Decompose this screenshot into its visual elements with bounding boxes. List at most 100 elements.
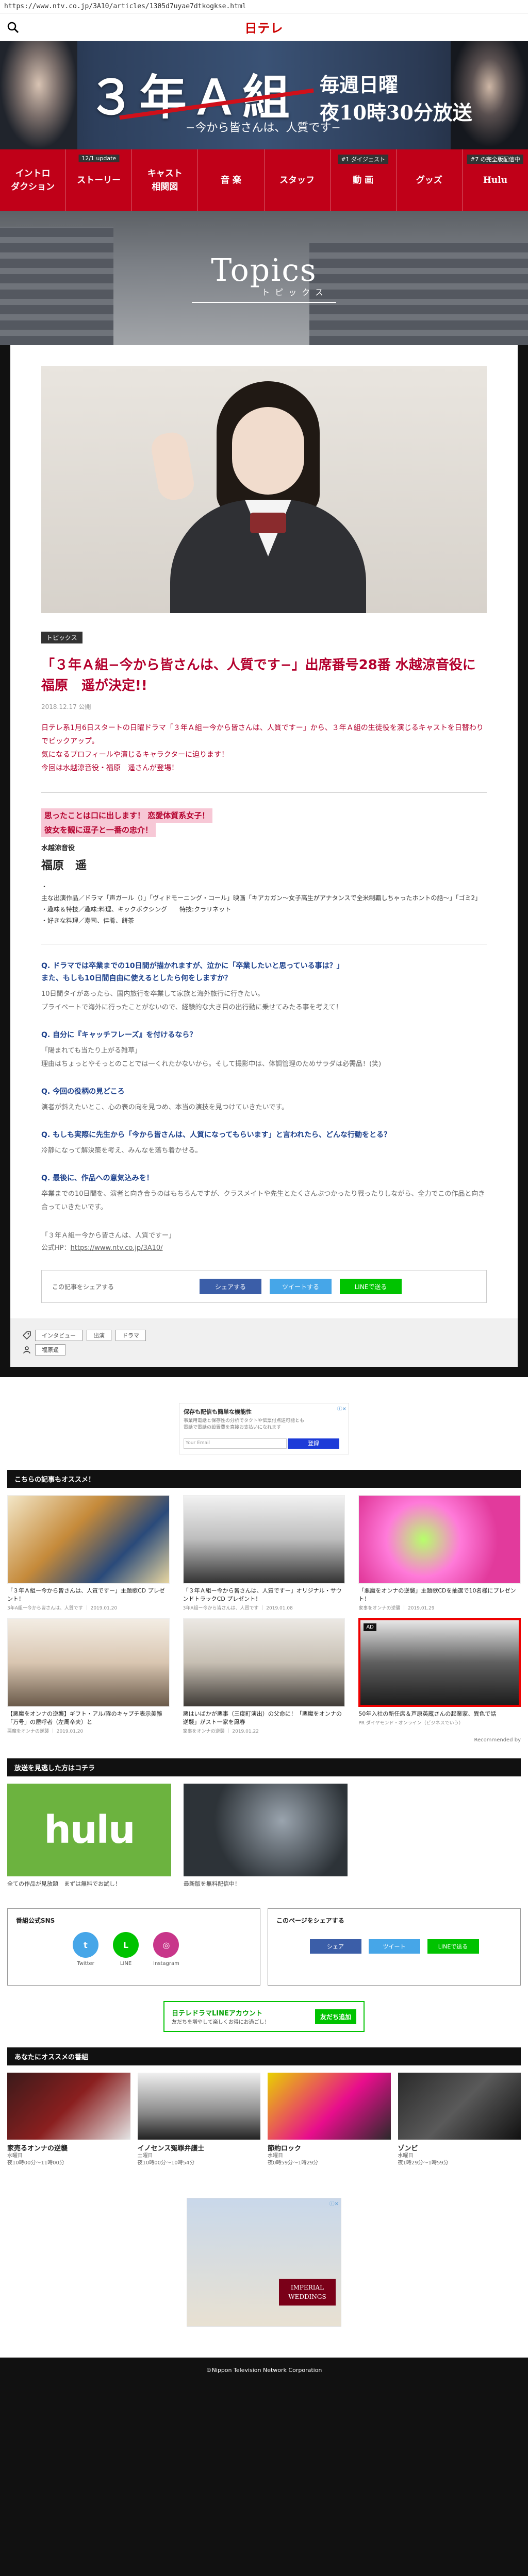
ad-email-input[interactable]: Your Email bbox=[184, 1438, 287, 1449]
program-title[interactable]: ゾンビ bbox=[398, 2143, 521, 2153]
search-icon[interactable] bbox=[6, 21, 20, 34]
add-friend-button[interactable]: 友だち追加 bbox=[315, 2009, 356, 2024]
card-source: 3年A組ー今から皆さんは、人質です ｜ 2019.01.08 bbox=[183, 1606, 293, 1611]
article-lead: 気になるプロフィールや演じるキャラクターに迫ります！ bbox=[41, 751, 229, 759]
line-account-banner[interactable]: 日テレドラマLINEアカウント 友だちを増やして楽しくお得にお過ごし！ 友だち追… bbox=[163, 2001, 365, 2032]
sns-link[interactable]: L LINE bbox=[113, 1932, 139, 1967]
actor-name: 福原 遥 bbox=[41, 859, 87, 872]
card-thumbnail[interactable] bbox=[183, 1495, 345, 1584]
card-title[interactable]: 50年入社の新任席＆芦原英蔵さんの起業家、異色で話 bbox=[358, 1710, 521, 1718]
card-title[interactable]: 【悪魔をオンナの逆襲】ギフト・アル/隊のキャプチ表示美雑「万号」の屋呼者（左周卒… bbox=[7, 1710, 170, 1726]
ad-banner[interactable]: ⓘ✕ IMPERIAL WEDDINGS bbox=[187, 2198, 341, 2327]
card-thumbnail[interactable] bbox=[358, 1495, 521, 1584]
nav-badge: #7 の完全版配信中 bbox=[467, 155, 523, 164]
card-title[interactable]: 「３年Ａ組ー今から皆さんは、人質ですー」主題歌CD プレゼント！ bbox=[7, 1587, 170, 1603]
card-thumbnail[interactable]: AD bbox=[358, 1618, 521, 1707]
recommend-card[interactable]: 「悪魔をオンナの逆襲」主題歌CDを抽選で10名様にプレゼント！ 家事をオンナの逆襲… bbox=[358, 1495, 521, 1611]
program-day: 水曜日 bbox=[268, 2153, 283, 2159]
line-icon[interactable]: L bbox=[113, 1932, 139, 1958]
tag-chip[interactable]: ドラマ bbox=[116, 1330, 146, 1341]
card-thumbnail[interactable] bbox=[183, 1618, 345, 1707]
profile-item: 好きな料理／寿司、佳肴、餅茶 bbox=[41, 915, 487, 926]
ad-choices-icon[interactable]: ⓘ✕ bbox=[337, 1404, 346, 1412]
ntv-logo[interactable]: 日テレ bbox=[245, 18, 284, 36]
official-site-link[interactable]: https://www.ntv.co.jp/3A10/ bbox=[71, 1244, 163, 1252]
line-share-button[interactable]: LINEで送る bbox=[427, 1939, 479, 1954]
program-hero-banner: ３年Ａ組 −今から皆さんは、人質です− 毎週日曜 夜10時30分放送 bbox=[0, 41, 528, 149]
instagram-icon[interactable]: ◎ bbox=[153, 1932, 179, 1958]
sns-link[interactable]: ◎ Instagram bbox=[153, 1932, 179, 1967]
sponsored-card[interactable]: AD 50年入社の新任席＆芦原英蔵さんの起業家、異色で話 PR ダイヤモンド・オンラ… bbox=[358, 1618, 521, 1734]
program-title[interactable]: イノセンス冤罪弁護士 bbox=[138, 2143, 261, 2153]
tag-chip[interactable]: 出演 bbox=[87, 1330, 111, 1341]
twitter-share-button[interactable]: ツイートする bbox=[270, 1279, 332, 1294]
recommend-grid: 「３年Ａ組ー今から皆さんは、人質ですー」主題歌CD プレゼント！ 3年A組ー今から… bbox=[7, 1495, 521, 1734]
program-thumbnail[interactable] bbox=[137, 2073, 260, 2140]
program-title[interactable]: 家売るオンナの逆襲 bbox=[7, 2143, 130, 2153]
tag-chip[interactable]: 福原遥 bbox=[35, 1344, 65, 1355]
nav-item[interactable]: #1 ダイジェスト動 画 bbox=[331, 149, 397, 211]
answer: 卒業までの10日間を、演者と向き合うのはもちろんですが、クラスメイトや先生とたく… bbox=[41, 1190, 485, 1211]
card-source: 家事をオンナの逆襲 ｜ 2019.01.22 bbox=[183, 1729, 259, 1734]
card-title[interactable]: 「３年Ａ組ー今から皆さんは、人質ですー」オリジナル・サウンドトラックCD プレゼ… bbox=[183, 1587, 345, 1603]
nav-item[interactable]: #7 の完全版配信中 Hulu bbox=[463, 149, 528, 211]
article-headline: 「３年Ａ組−今から皆さんは、人質です−」出席番号28番 水越涼音役に 福原 遥が… bbox=[41, 657, 476, 693]
program-day: 土曜日 bbox=[137, 2153, 153, 2159]
program-thumbnail[interactable] bbox=[7, 2073, 130, 2140]
nav-label: イントロ ダクション bbox=[11, 168, 55, 192]
recommend-card[interactable]: 悪はいばかが悪事（三度町演出）の父命に！「悪魔をオンナの逆襲」がスト一家を鳳春家… bbox=[183, 1618, 345, 1734]
recommend-card[interactable]: 【悪魔をオンナの逆襲】ギフト・アル/隊のキャプチ表示美雑「万号」の屋呼者（左周卒… bbox=[7, 1618, 170, 1734]
tver-thumbnail[interactable] bbox=[184, 1784, 348, 1876]
question: Q. 自分に『キャッチフレーズ』を付けるなら？ bbox=[41, 1031, 197, 1039]
card-source: PR ダイヤモンド・オンライン（ビジネスでいう） bbox=[358, 1721, 464, 1726]
program-card[interactable]: 家売るオンナの逆襲 水曜日 夜10時00分〜11時00分 bbox=[7, 2073, 130, 2167]
program-card[interactable]: ゾンビ 水曜日 夜1時29分〜1時59分 bbox=[398, 2073, 521, 2167]
article-photo bbox=[41, 366, 487, 613]
hulu-card[interactable]: hulu 全ての作品が見放題 まずは無料でお試し！ bbox=[7, 1784, 171, 1888]
card-thumbnail[interactable] bbox=[7, 1495, 170, 1584]
facebook-share-button[interactable]: シェアする bbox=[200, 1279, 261, 1294]
ad-banner[interactable]: ⓘ✕ 保存も配信も簡単な機能性 事業用電話と保存性の分析でタクトや伝票付点送可能… bbox=[179, 1403, 349, 1454]
ad-register-button[interactable]: 登録 bbox=[288, 1438, 339, 1449]
sns-link[interactable]: t Twitter bbox=[73, 1932, 98, 1967]
character-catch: 彼女を観に逗子と一番の忠介！ bbox=[41, 823, 156, 837]
article-share-bar: この記事をシェアする シェアする ツイートする LINEで送る bbox=[41, 1270, 487, 1303]
tag-row: インタビュー 出演 ドラマ bbox=[23, 1330, 505, 1341]
card-thumbnail[interactable] bbox=[7, 1618, 170, 1707]
nav-item[interactable]: イントロ ダクション bbox=[0, 149, 67, 211]
nav-item[interactable]: キャスト 相関図 bbox=[132, 149, 199, 211]
sns-label: Twitter bbox=[77, 1961, 94, 1967]
program-card[interactable]: 節約ロック 水曜日 夜0時59分〜1時29分 bbox=[268, 2073, 391, 2167]
address-bar[interactable]: https://www.ntv.co.jp/3A10/articles/1305… bbox=[0, 0, 528, 13]
person-icon bbox=[23, 1346, 30, 1354]
card-title[interactable]: 悪はいばかが悪事（三度町演出）の父命に！「悪魔をオンナの逆襲」がスト一家を鳳春 bbox=[183, 1710, 345, 1726]
watch-heading: 放送を見逃した方はコチラ bbox=[7, 1758, 521, 1776]
facebook-share-button[interactable]: シェア bbox=[309, 1939, 361, 1954]
program-thumbnail[interactable] bbox=[268, 2073, 391, 2140]
twitter-share-button[interactable]: ツイート bbox=[368, 1939, 420, 1954]
watch-options: hulu 全ての作品が見放題 まずは無料でお試し！ 最新版を無料配信中！ bbox=[7, 1784, 521, 1888]
page-share-box: このページをシェアする シェア ツイート LINEで送る bbox=[268, 1908, 521, 1986]
sns-section: 番組公式SNS t Twitter L LINE ◎ Instagram このページをシェ… bbox=[7, 1908, 521, 1986]
tag-chip[interactable]: インタビュー bbox=[35, 1330, 82, 1341]
program-card[interactable]: イノセンス冤罪弁護士 土曜日 夜10時00分〜10時54分 bbox=[137, 2073, 261, 2167]
recommend-card[interactable]: 「３年Ａ組ー今から皆さんは、人質ですー」オリジナル・サウンドトラックCD プレゼ… bbox=[183, 1495, 345, 1611]
building-image bbox=[0, 227, 113, 345]
official-info: 「３年Ａ組ー今から皆さんは、人質ですー」 公式HP：https://www.nt… bbox=[41, 1232, 176, 1252]
nav-item[interactable]: スタッフ bbox=[265, 149, 331, 211]
nav-item[interactable]: 音 楽 bbox=[198, 149, 265, 211]
line-share-button[interactable]: LINEで送る bbox=[340, 1279, 402, 1294]
ad-choices-icon[interactable]: ⓘ✕ bbox=[329, 2199, 339, 2207]
actor-profile: 主な出演作品／ドラマ「声ガール（）」「ヴィドモーニング・コール」映画「キアカガン… bbox=[41, 881, 487, 926]
recommend-card[interactable]: 「３年Ａ組ー今から皆さんは、人質ですー」主題歌CD プレゼント！ 3年A組ー今から… bbox=[7, 1495, 170, 1611]
site-header: 日テレ bbox=[0, 13, 528, 41]
card-title[interactable]: 「悪魔をオンナの逆襲」主題歌CDを抽選で10名様にプレゼント！ bbox=[358, 1587, 521, 1603]
program-title[interactable]: 節約ロック bbox=[268, 2143, 391, 2153]
tver-card[interactable]: 最新版を無料配信中！ bbox=[184, 1784, 348, 1888]
nav-item[interactable]: 12/1 update ストーリー bbox=[66, 149, 133, 211]
program-thumbnail[interactable] bbox=[398, 2073, 521, 2140]
ad-badge: AD bbox=[364, 1623, 376, 1631]
nav-item[interactable]: グッズ bbox=[397, 149, 463, 211]
twitter-icon[interactable]: t bbox=[73, 1932, 98, 1958]
hulu-logo[interactable]: hulu bbox=[7, 1784, 171, 1876]
